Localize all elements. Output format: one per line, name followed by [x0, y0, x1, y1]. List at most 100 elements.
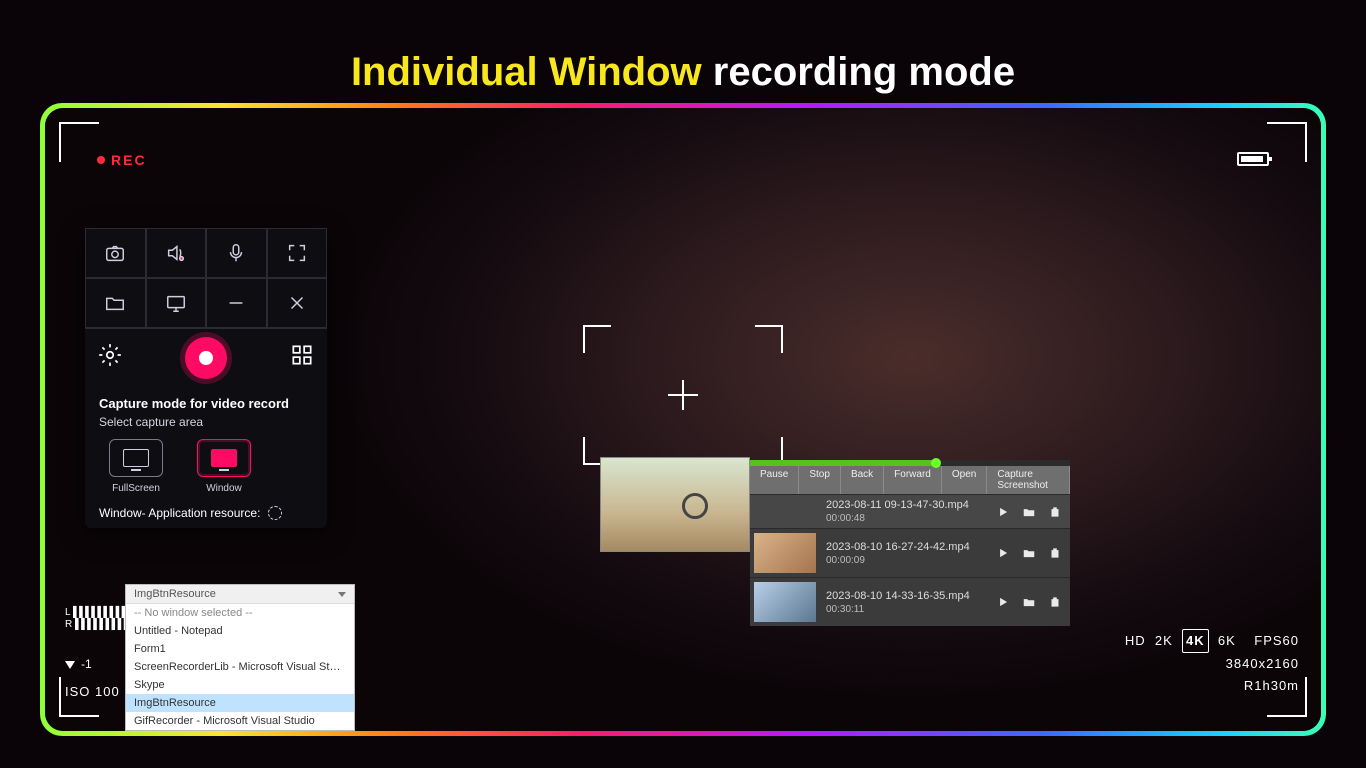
play-icon[interactable] [996, 595, 1010, 609]
expand-icon [286, 242, 308, 264]
dropdown-item[interactable]: ScreenRecorderLib - Microsoft Visual Stu… [126, 658, 354, 676]
mic-icon [225, 242, 247, 264]
res-2k: 2K [1155, 633, 1173, 648]
dropdown-item[interactable]: ImgBtnResource [126, 694, 354, 712]
player-open-button[interactable]: Open [942, 466, 987, 494]
dropdown-item[interactable]: -- No window selected -- [126, 604, 354, 622]
fullscreen-button[interactable] [267, 228, 328, 278]
recording-duration: 00:00:09 [826, 555, 986, 566]
window-picker-label: Window- Application resource: [99, 506, 260, 520]
dropdown-selected[interactable]: ImgBtnResource [126, 585, 354, 604]
res-4k: 4K [1182, 629, 1209, 653]
recordings-list: 2023-08-11 09-13-47-30.mp400:00:482023-0… [750, 494, 1070, 626]
player-toolbar: PauseStopBackForwardOpenCapture Screensh… [750, 466, 1070, 494]
panel-toolbar [85, 228, 327, 328]
dropdown-item[interactable]: Untitled - Notepad [126, 622, 354, 640]
gear-icon [97, 342, 123, 368]
dropdown-item[interactable]: GifRecorder - Microsoft Visual Studio [126, 712, 354, 730]
display-select-button[interactable] [146, 278, 207, 328]
play-icon[interactable] [996, 505, 1010, 519]
monitor-icon [165, 292, 187, 314]
apps-icon [289, 342, 315, 368]
minimize-button[interactable] [206, 278, 267, 328]
battery-icon [1237, 152, 1269, 166]
folder-icon[interactable] [1022, 505, 1036, 519]
panel-main-row [85, 328, 327, 386]
camera-icon [104, 242, 126, 264]
apps-button[interactable] [289, 342, 315, 373]
folder-icon [104, 292, 126, 314]
recording-row[interactable]: 2023-08-11 09-13-47-30.mp4 00:00:48 [750, 494, 1070, 528]
trash-icon[interactable] [1048, 546, 1062, 560]
player-stop-button[interactable]: Stop [799, 466, 841, 494]
time-remaining: R1h30m [1125, 675, 1299, 697]
settings-button[interactable] [97, 342, 123, 373]
mode-window[interactable]: Window [187, 439, 261, 494]
mode-window-label: Window [187, 483, 261, 494]
minimize-icon [225, 292, 247, 314]
recording-thumbnail [754, 533, 816, 573]
frame-corner [1267, 122, 1307, 162]
dropdown-item[interactable]: Skype [126, 676, 354, 694]
recording-filename: 2023-08-10 16-27-24-42.mp4 [826, 541, 986, 553]
dropdown-selected-label: ImgBtnResource [134, 588, 216, 600]
triangle-icon [65, 661, 75, 669]
camera-button[interactable] [85, 228, 146, 278]
loading-icon [268, 506, 282, 520]
headline-accent: Individual Window [351, 50, 702, 94]
capture-modes: FullScreen Window [85, 439, 327, 506]
frame-corner [59, 122, 99, 162]
close-button[interactable] [267, 278, 328, 328]
recording-filename: 2023-08-10 14-33-16-35.mp4 [826, 590, 986, 602]
mode-fullscreen[interactable]: FullScreen [99, 439, 173, 494]
system-audio-button[interactable] [146, 228, 207, 278]
recording-row[interactable]: 2023-08-10 14-33-16-35.mp4 00:30:11 [750, 577, 1070, 626]
recordings-player: PauseStopBackForwardOpenCapture Screensh… [610, 460, 1070, 626]
folder-icon[interactable] [1022, 546, 1036, 560]
folder-icon[interactable] [1022, 595, 1036, 609]
record-button[interactable] [185, 337, 227, 379]
res-6k: 6K [1218, 633, 1236, 648]
meter-r: R [65, 619, 72, 630]
recording-row[interactable]: 2023-08-10 16-27-24-42.mp4 00:00:09 [750, 528, 1070, 577]
focus-reticle [583, 325, 783, 465]
trash-icon[interactable] [1048, 505, 1062, 519]
fps-readout: FPS60 [1254, 633, 1299, 648]
player-forward-button[interactable]: Forward [884, 466, 942, 494]
window-picker-row: Window- Application resource: [85, 506, 327, 528]
recording-duration: 00:30:11 [826, 604, 986, 615]
speaker-icon [165, 242, 187, 264]
recording-filename: 2023-08-11 09-13-47-30.mp4 [826, 499, 986, 511]
res-hd: HD [1125, 633, 1146, 648]
play-icon[interactable] [996, 546, 1010, 560]
headline: Individual Window recording mode [0, 50, 1366, 95]
player-capture-screenshot-button[interactable]: Capture Screenshot [987, 466, 1070, 494]
mode-fullscreen-label: FullScreen [99, 483, 173, 494]
meter-l: L [65, 607, 70, 618]
exposure-value: -1 [81, 657, 92, 671]
mic-button[interactable] [206, 228, 267, 278]
close-icon [286, 292, 308, 314]
trash-icon[interactable] [1048, 595, 1062, 609]
chevron-down-icon [338, 592, 346, 597]
open-folder-button[interactable] [85, 278, 146, 328]
resolution-readout: 3840x2160 [1125, 653, 1299, 675]
player-pause-button[interactable]: Pause [750, 466, 799, 494]
rec-dot-icon [97, 156, 105, 164]
recording-duration: 00:00:48 [826, 513, 986, 524]
headline-rest: recording mode [713, 50, 1015, 94]
window-dropdown[interactable]: ImgBtnResource -- No window selected --U… [125, 584, 355, 731]
rec-label: REC [111, 152, 147, 168]
player-back-button[interactable]: Back [841, 466, 884, 494]
recording-thumbnail [754, 582, 816, 622]
panel-subtitle: Select capture area [85, 415, 327, 439]
seek-knob[interactable] [931, 458, 941, 468]
capture-info: HD 2K 4K 6K FPS60 3840x2160 R1h30m [1125, 629, 1299, 697]
rec-indicator: REC [97, 152, 147, 168]
exposure-indicator: -1 [65, 657, 92, 671]
recorder-panel: Capture mode for video record Select cap… [85, 228, 327, 528]
seek-bar[interactable] [750, 460, 1070, 466]
panel-title: Capture mode for video record [85, 386, 327, 415]
dropdown-item[interactable]: Form1 [126, 640, 354, 658]
recording-preview-thumbnail [600, 457, 750, 552]
